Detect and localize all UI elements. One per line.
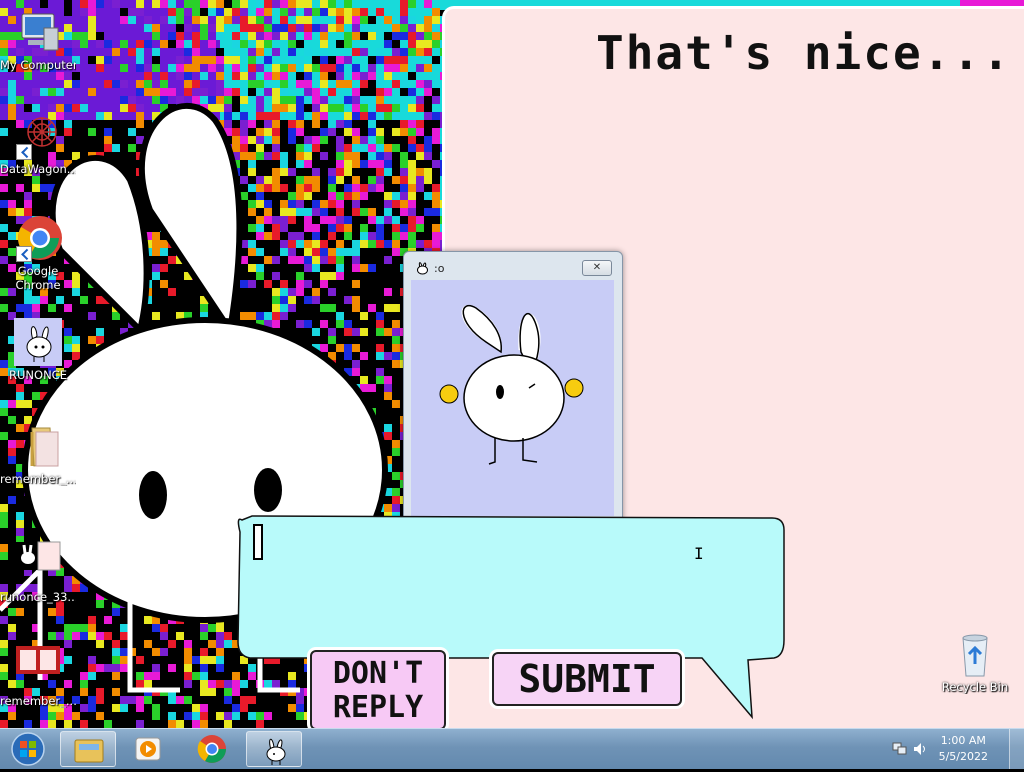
desktop-icon-label: remember_...: [0, 472, 76, 486]
window-title: :o: [434, 262, 445, 275]
taskbar: 1:00 AM 5/5/2022: [0, 728, 1024, 769]
desktop-icon-remember-image[interactable]: remember_...: [0, 644, 76, 708]
bunny-app-icon: [414, 260, 430, 280]
bunny-window-content: [411, 280, 614, 516]
taskbar-chrome[interactable]: [184, 731, 240, 767]
image-file-icon: [14, 540, 62, 588]
folder-icon: [14, 422, 62, 470]
spider-web-icon: [14, 112, 62, 160]
desktop-icon-label: My Computer: [0, 58, 76, 72]
desktop-icon-recycle-bin[interactable]: Recycle Bin: [937, 630, 1013, 694]
desktop-icon-runonce[interactable]: RUNONCE: [0, 318, 76, 382]
taskbar-file-explorer[interactable]: [60, 731, 116, 767]
desktop-icon-label: remember_...: [0, 694, 76, 708]
network-icon[interactable]: [892, 741, 908, 761]
ibeam-cursor-icon: I: [694, 544, 704, 563]
submit-button[interactable]: SUBMIT: [492, 652, 682, 706]
desktop-icon-label: RUNONCE: [9, 368, 67, 382]
button-label-line: REPLY: [332, 690, 424, 725]
note-title: That's nice...: [596, 26, 1012, 80]
chrome-icon: [14, 214, 62, 262]
recycle-bin-icon: [951, 630, 999, 678]
clock-time: 1:00 AM: [940, 734, 986, 747]
chrome-icon: [197, 735, 226, 763]
bunny-popup-window[interactable]: :o ✕: [403, 251, 623, 521]
desktop-icon-remember-folder[interactable]: remember_...: [0, 422, 76, 486]
show-desktop-button[interactable]: [1009, 729, 1024, 769]
button-label-line: DON'T: [332, 656, 424, 691]
windows-start-icon: [11, 732, 45, 766]
volume-icon[interactable]: [912, 741, 928, 761]
taskbar-bunny-app[interactable]: [246, 731, 302, 767]
desktop-icon-label: Google Chrome: [15, 264, 61, 292]
start-button[interactable]: [4, 731, 50, 767]
bunny-app-icon: [266, 738, 286, 765]
desktop-icon-my-computer[interactable]: My Computer: [0, 8, 76, 72]
clock-date: 5/5/2022: [938, 750, 988, 763]
image-file-icon: [14, 644, 62, 692]
desktop-icon-datawagon[interactable]: DataWagon...: [0, 112, 76, 176]
close-button[interactable]: ✕: [582, 260, 612, 276]
desktop-icon-label: runonce_33...: [0, 590, 76, 604]
desktop-icon-label: Recycle Bin: [941, 680, 1009, 694]
reply-input[interactable]: [262, 524, 766, 638]
file-explorer-icon: [74, 739, 104, 763]
desktop-icon-google-chrome[interactable]: Google Chrome: [0, 214, 76, 292]
dont-reply-button[interactable]: DON'T REPLY: [310, 650, 446, 728]
system-tray: 1:00 AM 5/5/2022: [884, 729, 1024, 769]
shortcut-arrow-icon: [16, 246, 32, 262]
desktop-icon-label: DataWagon...: [0, 162, 76, 176]
taskbar-media-player[interactable]: [120, 731, 176, 767]
bunny-app-icon: [14, 318, 62, 366]
desktop-icon-runonce-image[interactable]: runonce_33...: [0, 540, 76, 604]
shortcut-arrow-icon: [16, 144, 32, 160]
computer-icon: [14, 8, 62, 56]
bunny-character-illustration: [439, 304, 584, 465]
media-player-icon: [135, 737, 161, 761]
desktop: That's nice... My Computer DataWagon... …: [0, 0, 1024, 728]
close-icon: ✕: [592, 262, 602, 273]
clock[interactable]: 1:00 AM 5/5/2022: [939, 733, 988, 765]
